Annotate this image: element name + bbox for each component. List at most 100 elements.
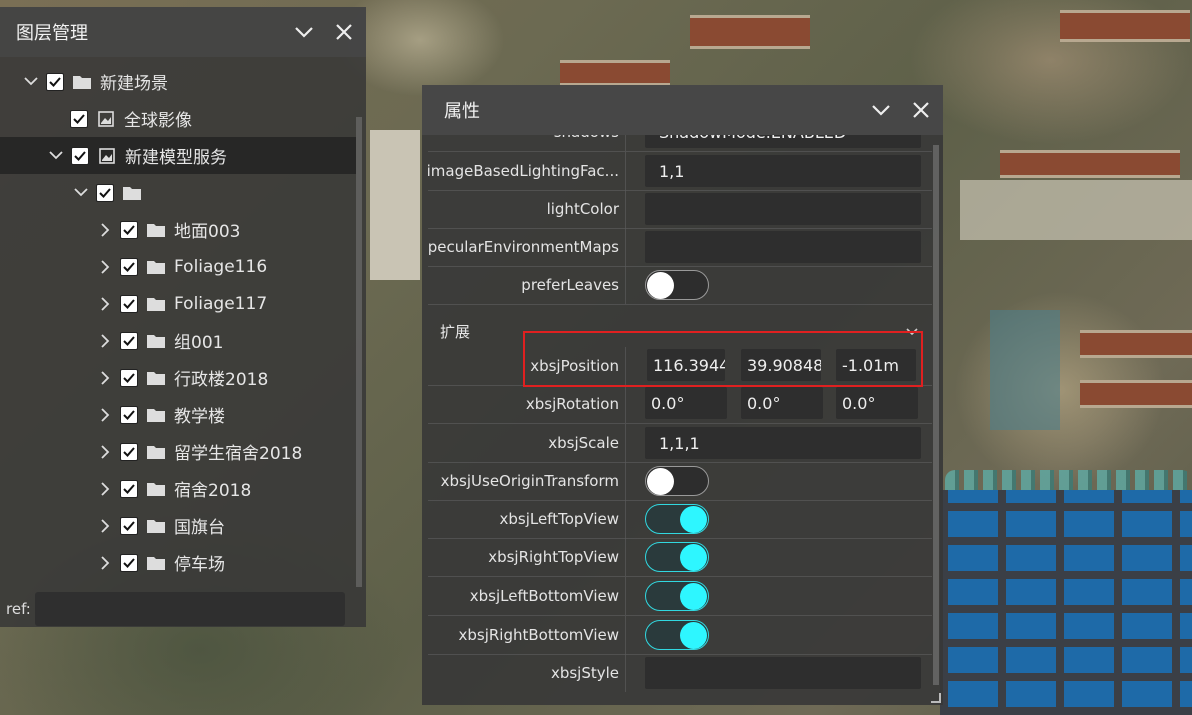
righttop-toggle[interactable] bbox=[645, 542, 709, 572]
chevron-right-icon[interactable] bbox=[94, 256, 116, 278]
chevron-right-icon[interactable] bbox=[94, 515, 116, 537]
checkbox[interactable] bbox=[70, 109, 88, 128]
tree-item[interactable]: 组001 bbox=[0, 322, 356, 359]
prop-row-scale: xbsjScale 1,1,1 bbox=[428, 424, 932, 463]
close-icon[interactable] bbox=[326, 14, 362, 50]
properties-panel: 属性 shadows ShadowMode.ENABLED imageBased… bbox=[422, 85, 943, 705]
checkbox[interactable] bbox=[120, 368, 138, 387]
checkbox[interactable] bbox=[96, 183, 114, 202]
collapse-chevron-icon[interactable] bbox=[286, 14, 322, 50]
chevron-down-icon[interactable] bbox=[70, 182, 92, 204]
prop-row-rotation: xbsjRotation 0.0° 0.0° 0.0° bbox=[428, 385, 932, 424]
prop-label: xbsjLeftBottomView bbox=[428, 577, 626, 615]
prop-label: xbsjUseOriginTransform bbox=[428, 462, 626, 500]
lightcolor-input[interactable] bbox=[645, 193, 921, 225]
close-icon[interactable] bbox=[903, 92, 939, 128]
folder-icon bbox=[146, 258, 166, 276]
properties-panel-header: 属性 bbox=[422, 85, 943, 135]
chevron-down-icon[interactable] bbox=[20, 71, 42, 93]
chevron-right-icon[interactable] bbox=[94, 330, 116, 352]
lefttop-toggle[interactable] bbox=[645, 504, 709, 534]
leftbottom-toggle[interactable] bbox=[645, 581, 709, 611]
properties-scrollbar[interactable] bbox=[933, 145, 939, 685]
rightbottom-toggle[interactable] bbox=[645, 620, 709, 650]
map-building bbox=[1000, 150, 1180, 178]
checkbox[interactable] bbox=[46, 72, 64, 91]
chevron-right-icon[interactable] bbox=[94, 367, 116, 389]
checkbox[interactable] bbox=[120, 516, 138, 535]
chevron-right-icon[interactable] bbox=[94, 552, 116, 574]
checkbox[interactable] bbox=[120, 553, 138, 572]
ref-input[interactable] bbox=[34, 592, 345, 626]
tree-item-label: 新建模型服务 bbox=[125, 148, 227, 168]
prop-label: preferLeaves bbox=[428, 266, 626, 304]
resize-handle[interactable] bbox=[931, 693, 941, 703]
rotation-roll-input[interactable]: 0.0° bbox=[836, 387, 918, 419]
prop-row-rightbottom: xbsjRightBottomView bbox=[428, 616, 932, 655]
checkbox[interactable] bbox=[120, 220, 138, 239]
chevron-right-icon[interactable] bbox=[94, 219, 116, 241]
chevron-right-icon[interactable] bbox=[94, 478, 116, 500]
model-blue-buildings bbox=[940, 490, 1192, 715]
layer-tree-scrollbar[interactable] bbox=[356, 117, 362, 587]
tree-item[interactable]: 宿舍2018 bbox=[0, 470, 356, 507]
tree-item-model-service[interactable]: 新建模型服务 bbox=[0, 137, 356, 174]
tree-item-label: 组001 bbox=[174, 333, 224, 353]
folder-icon bbox=[146, 369, 166, 387]
toggle-knob bbox=[680, 544, 707, 571]
rotation-pitch-input[interactable]: 0.0° bbox=[741, 387, 823, 419]
ref-row: ref: bbox=[0, 589, 366, 629]
checkbox[interactable] bbox=[71, 146, 89, 165]
tree-item-label: 教学楼 bbox=[174, 407, 225, 427]
prop-row-leftbottom: xbsjLeftBottomView bbox=[428, 577, 932, 616]
map-pool bbox=[990, 310, 1060, 430]
checkbox[interactable] bbox=[120, 257, 138, 276]
preferleaves-toggle[interactable] bbox=[645, 270, 709, 300]
chevron-right-icon[interactable] bbox=[94, 404, 116, 426]
properties-panel-title: 属性 bbox=[444, 101, 480, 122]
prop-label: xbsjLeftTopView bbox=[428, 500, 626, 538]
tree-item[interactable]: 停车场 bbox=[0, 544, 356, 581]
toggle-knob bbox=[647, 272, 674, 299]
layer-panel: 图层管理 新建场景 全球影像 新建模型服务 地面003 Foliage116 F… bbox=[0, 7, 366, 627]
checkbox[interactable] bbox=[120, 294, 138, 313]
scale-input[interactable]: 1,1,1 bbox=[645, 427, 921, 459]
tree-item[interactable]: 留学生宿舍2018 bbox=[0, 433, 356, 470]
tree-item[interactable]: 地面003 bbox=[0, 211, 356, 248]
highlight-box bbox=[523, 331, 923, 387]
tree-item[interactable]: 国旗台 bbox=[0, 507, 356, 544]
prop-row-preferleaves: preferLeaves bbox=[428, 266, 932, 305]
tree-item[interactable]: Foliage116 bbox=[0, 248, 356, 285]
chevron-down-icon[interactable] bbox=[45, 145, 67, 167]
prop-label: xbsjStyle bbox=[428, 654, 626, 692]
checkbox[interactable] bbox=[120, 479, 138, 498]
folder-icon bbox=[72, 73, 92, 91]
prop-row-lefttop: xbsjLeftTopView bbox=[428, 500, 932, 539]
collapse-chevron-icon[interactable] bbox=[863, 92, 899, 128]
tree-item-scene[interactable]: 新建场景 bbox=[0, 63, 356, 100]
checkbox[interactable] bbox=[120, 331, 138, 350]
tree-item-group[interactable] bbox=[0, 174, 356, 211]
tree-item[interactable]: Foliage117 bbox=[0, 285, 356, 322]
tree-item-label: 地面003 bbox=[174, 222, 241, 242]
rotation-heading-input[interactable]: 0.0° bbox=[645, 387, 727, 419]
folder-icon bbox=[146, 221, 166, 239]
useorigin-toggle[interactable] bbox=[645, 466, 709, 496]
prop-label: lightColor bbox=[428, 190, 626, 228]
shadows-value[interactable]: ShadowMode.ENABLED bbox=[645, 135, 921, 148]
map-building bbox=[1060, 10, 1190, 42]
tree-item[interactable]: 教学楼 bbox=[0, 396, 356, 433]
tree-item-imagery[interactable]: 全球影像 bbox=[0, 100, 356, 137]
style-input[interactable] bbox=[645, 657, 921, 689]
specular-input[interactable] bbox=[645, 231, 921, 263]
ibl-input[interactable]: 1,1 bbox=[645, 155, 921, 187]
tree-item[interactable]: 行政楼2018 bbox=[0, 359, 356, 396]
prop-label: xbsjRightBottomView bbox=[428, 616, 626, 654]
tree-item-label: 留学生宿舍2018 bbox=[174, 444, 303, 464]
tree-item-label: 停车场 bbox=[174, 555, 225, 575]
folder-icon bbox=[146, 517, 166, 535]
checkbox[interactable] bbox=[120, 442, 138, 461]
chevron-right-icon[interactable] bbox=[94, 293, 116, 315]
chevron-right-icon[interactable] bbox=[94, 441, 116, 463]
checkbox[interactable] bbox=[120, 405, 138, 424]
